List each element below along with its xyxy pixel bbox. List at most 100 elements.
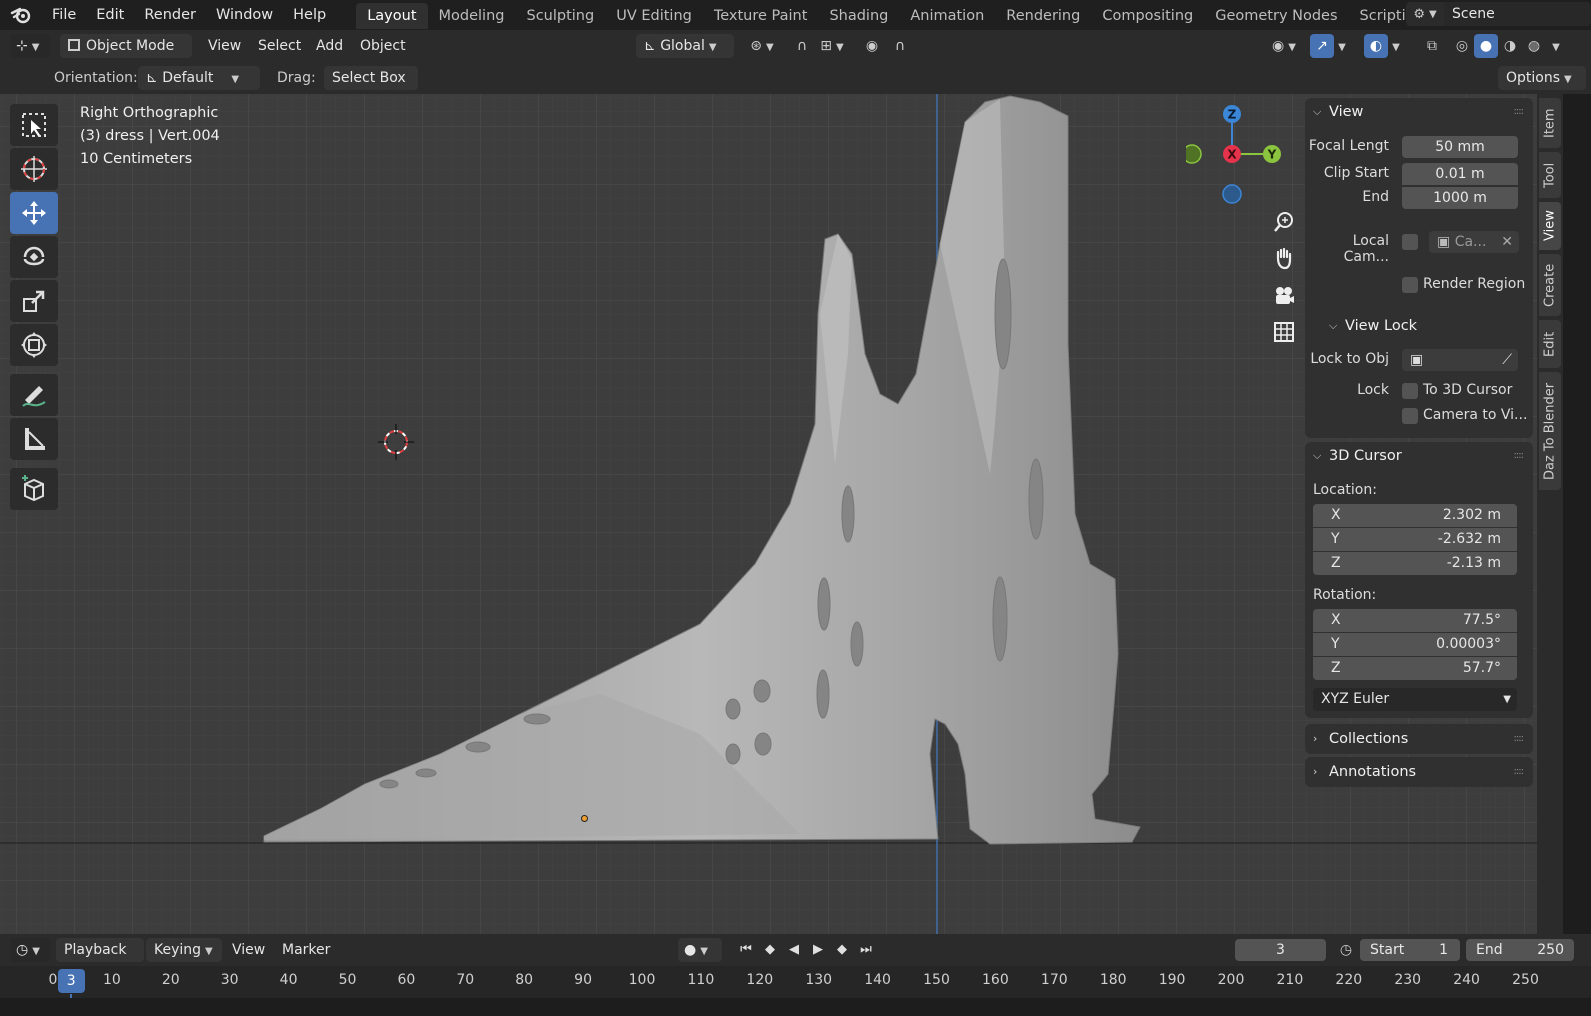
tab-uv-editing[interactable]: UV Editing	[605, 3, 703, 29]
pan-hand-icon[interactable]	[1268, 242, 1300, 274]
snap-magnet-icon[interactable]: ∩	[790, 34, 814, 58]
cursor-drag-grip-icon[interactable]: ::::	[1514, 442, 1525, 470]
tab-shading[interactable]: Shading	[818, 3, 899, 29]
scale-tool-icon[interactable]	[10, 280, 58, 322]
rotation-z-field[interactable]: Z 57.7°	[1313, 657, 1517, 680]
shading-chevron-down-icon[interactable]: ▼	[1548, 34, 1564, 58]
menu-render[interactable]: Render	[134, 0, 206, 30]
view-panel-header[interactable]: ⌵ View::::	[1305, 98, 1533, 126]
annotations-drag-grip-icon[interactable]: ::::	[1514, 758, 1525, 786]
tab-item[interactable]: Item	[1539, 98, 1561, 148]
rendered-shading-icon[interactable]: ◍	[1522, 34, 1546, 58]
tab-edit[interactable]: Edit	[1539, 320, 1561, 368]
3d-viewport[interactable]: Right Orthographic (3) dress | Vert.004 …	[0, 94, 1540, 934]
solid-shading-icon[interactable]: ●	[1474, 34, 1498, 58]
menu-add[interactable]: Add	[316, 34, 343, 58]
falloff-curve-icon[interactable]: ∩	[884, 34, 916, 58]
3d-cursor-panel-header[interactable]: ⌵ 3D Cursor::::	[1305, 442, 1533, 470]
tab-rendering[interactable]: Rendering	[995, 3, 1091, 29]
keying-menu[interactable]: Keying ▼	[146, 938, 222, 962]
tab-create[interactable]: Create	[1539, 254, 1561, 316]
3d-cursor-icon[interactable]	[378, 424, 414, 460]
options-dropdown[interactable]: Options ▼	[1498, 66, 1586, 90]
wireframe-shading-icon[interactable]: ◎	[1450, 34, 1474, 58]
clip-end-field[interactable]: 1000 m	[1402, 187, 1518, 209]
eyedropper-icon[interactable]: ⟋	[1502, 349, 1512, 371]
xray-toggle-icon[interactable]: ⧉	[1420, 34, 1444, 58]
timeline-editor-type-button[interactable]: ◷ ▼	[10, 938, 50, 962]
editor-type-button[interactable]: ⊹ ▼	[10, 34, 50, 58]
local-camera-checkbox[interactable]	[1402, 234, 1418, 250]
jump-to-start-icon[interactable]: ⏮	[734, 938, 758, 962]
menu-file[interactable]: File	[42, 0, 86, 30]
jump-to-keyframe-prev-icon[interactable]: ◆	[758, 938, 782, 962]
scene-name[interactable]: Scene	[1444, 2, 1591, 26]
rotation-mode-dropdown[interactable]: XYZ Euler ▼	[1313, 688, 1517, 711]
play-icon[interactable]: ▶	[806, 938, 830, 962]
rotation-y-field[interactable]: Y 0.00003°	[1313, 633, 1517, 656]
marker-menu[interactable]: Marker	[282, 938, 330, 962]
jump-to-end-icon[interactable]: ⏭	[854, 938, 878, 962]
pivot-point-icon[interactable]: ⊛ ▼	[744, 34, 780, 58]
gizmo-neg-y[interactable]	[1186, 144, 1202, 164]
tab-texture-paint[interactable]: Texture Paint	[703, 3, 819, 29]
render-region-checkbox[interactable]	[1402, 277, 1418, 293]
tab-compositing[interactable]: Compositing	[1091, 3, 1204, 29]
material-shading-icon[interactable]: ◑	[1498, 34, 1522, 58]
scene-selector[interactable]: ⚙ ▼ Scene	[1406, 2, 1591, 26]
proportional-edit-icon[interactable]: ◉	[860, 34, 884, 58]
frame-ruler[interactable]: 0 10 20 30 40 50 60 70 80 90 100 110 120 130 140 150 160…	[0, 966, 1591, 1016]
collections-drag-grip-icon[interactable]: ::::	[1514, 725, 1525, 753]
location-y-field[interactable]: Y -2.632 m	[1313, 528, 1517, 551]
rotate-tool-icon[interactable]	[10, 236, 58, 278]
drag-dropdown[interactable]: Select Box▼	[324, 66, 418, 109]
navigation-gizmo[interactable]: Z Y X	[1186, 102, 1296, 212]
rotation-x-field[interactable]: X 77.5°	[1313, 609, 1517, 632]
snap-increment-icon[interactable]: ⊞ ▼	[814, 34, 850, 58]
drag-grip-icon[interactable]: ::::	[1514, 98, 1525, 126]
camera-to-view-checkbox[interactable]	[1402, 408, 1418, 424]
transform-orientation-dropdown[interactable]: ⊾ Global ▼	[636, 34, 734, 58]
auto-keying-button[interactable]: ● ▼	[678, 938, 722, 962]
transform-tool-icon[interactable]	[10, 324, 58, 366]
view-lock-subpanel-header[interactable]: ⌵ View Lock	[1305, 312, 1515, 340]
collections-panel[interactable]: › Collections::::	[1305, 724, 1533, 754]
stopwatch-icon[interactable]: ◷	[1334, 938, 1358, 962]
menu-edit[interactable]: Edit	[86, 0, 134, 30]
location-x-field[interactable]: X 2.302 m	[1313, 504, 1517, 527]
annotations-panel-header[interactable]: › Annotations::::	[1305, 758, 1533, 786]
tab-daz-to-blender[interactable]: Daz To Blender	[1539, 372, 1561, 490]
clip-start-field[interactable]: 0.01 m	[1402, 163, 1518, 185]
current-frame-marker[interactable]: 3	[57, 969, 85, 993]
focal-length-field[interactable]: 50 mm	[1402, 136, 1518, 158]
menu-select[interactable]: Select	[258, 34, 301, 58]
lock-to-object-field[interactable]: ▣ ⟋	[1402, 349, 1518, 371]
measure-tool-icon[interactable]	[10, 418, 58, 460]
add-cube-tool-icon[interactable]	[10, 468, 58, 510]
mode-dropdown[interactable]: Object Mode▼	[60, 34, 192, 77]
ortho-grid-icon[interactable]	[1268, 316, 1300, 348]
menu-window[interactable]: Window	[206, 0, 283, 30]
tab-geometry-nodes[interactable]: Geometry Nodes	[1204, 3, 1348, 29]
annotations-panel[interactable]: › Annotations::::	[1305, 757, 1533, 787]
current-frame-field[interactable]: 3	[1235, 939, 1326, 961]
camera-view-icon[interactable]	[1268, 280, 1300, 312]
visibility-eye-icon[interactable]: ◉ ▼	[1266, 34, 1302, 58]
timeline-view-menu[interactable]: View	[232, 938, 265, 962]
end-frame-field[interactable]: End 250	[1466, 939, 1574, 961]
cursor-tool-icon[interactable]	[10, 148, 58, 190]
menu-view[interactable]: View	[208, 34, 241, 58]
timeline-track-area[interactable]	[0, 998, 1591, 1016]
scene-icon[interactable]: ⚙ ▼	[1406, 2, 1444, 26]
blender-logo-icon[interactable]	[0, 0, 42, 30]
jump-to-keyframe-next-icon[interactable]: ◆	[830, 938, 854, 962]
tab-layout[interactable]: Layout	[356, 3, 428, 29]
tab-sculpting[interactable]: Sculpting	[515, 3, 605, 29]
tab-view[interactable]: View	[1539, 202, 1561, 250]
show-overlays-icon[interactable]: ◐	[1364, 34, 1388, 58]
select-box-tool-icon[interactable]	[10, 104, 58, 146]
zoom-icon[interactable]	[1268, 206, 1300, 238]
playback-menu[interactable]: Playback▼	[56, 938, 144, 981]
tab-tool[interactable]: Tool	[1539, 152, 1561, 198]
lock-to-3d-cursor-checkbox[interactable]	[1402, 383, 1418, 399]
